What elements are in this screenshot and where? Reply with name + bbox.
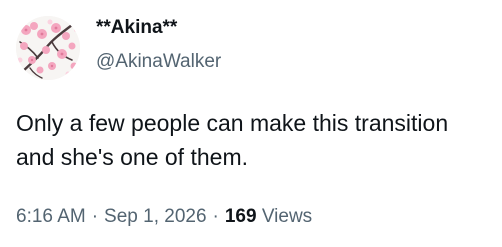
tweet-card: **Akina** @AkinaWalker Only a few people…: [0, 0, 502, 247]
tweet-text: Only a few people can make this transiti…: [16, 110, 449, 170]
display-name[interactable]: **Akina**: [96, 16, 221, 40]
cherry-blossom-avatar-icon: [16, 16, 80, 80]
tweet-time[interactable]: 6:16 AM: [16, 206, 86, 227]
meta-separator: ·: [212, 206, 219, 227]
meta-separator: ·: [91, 206, 99, 227]
views-count: 169: [224, 206, 257, 227]
user-handle[interactable]: @AkinaWalker: [96, 50, 221, 74]
tweet-meta: 6:16 AM · Sep 1, 2026 · 169 Views: [16, 205, 312, 229]
tweet-date[interactable]: Sep 1, 2026: [104, 206, 206, 227]
avatar[interactable]: [16, 16, 80, 80]
views-label: Views: [261, 206, 313, 227]
author-names: **Akina** @AkinaWalker: [96, 16, 221, 74]
